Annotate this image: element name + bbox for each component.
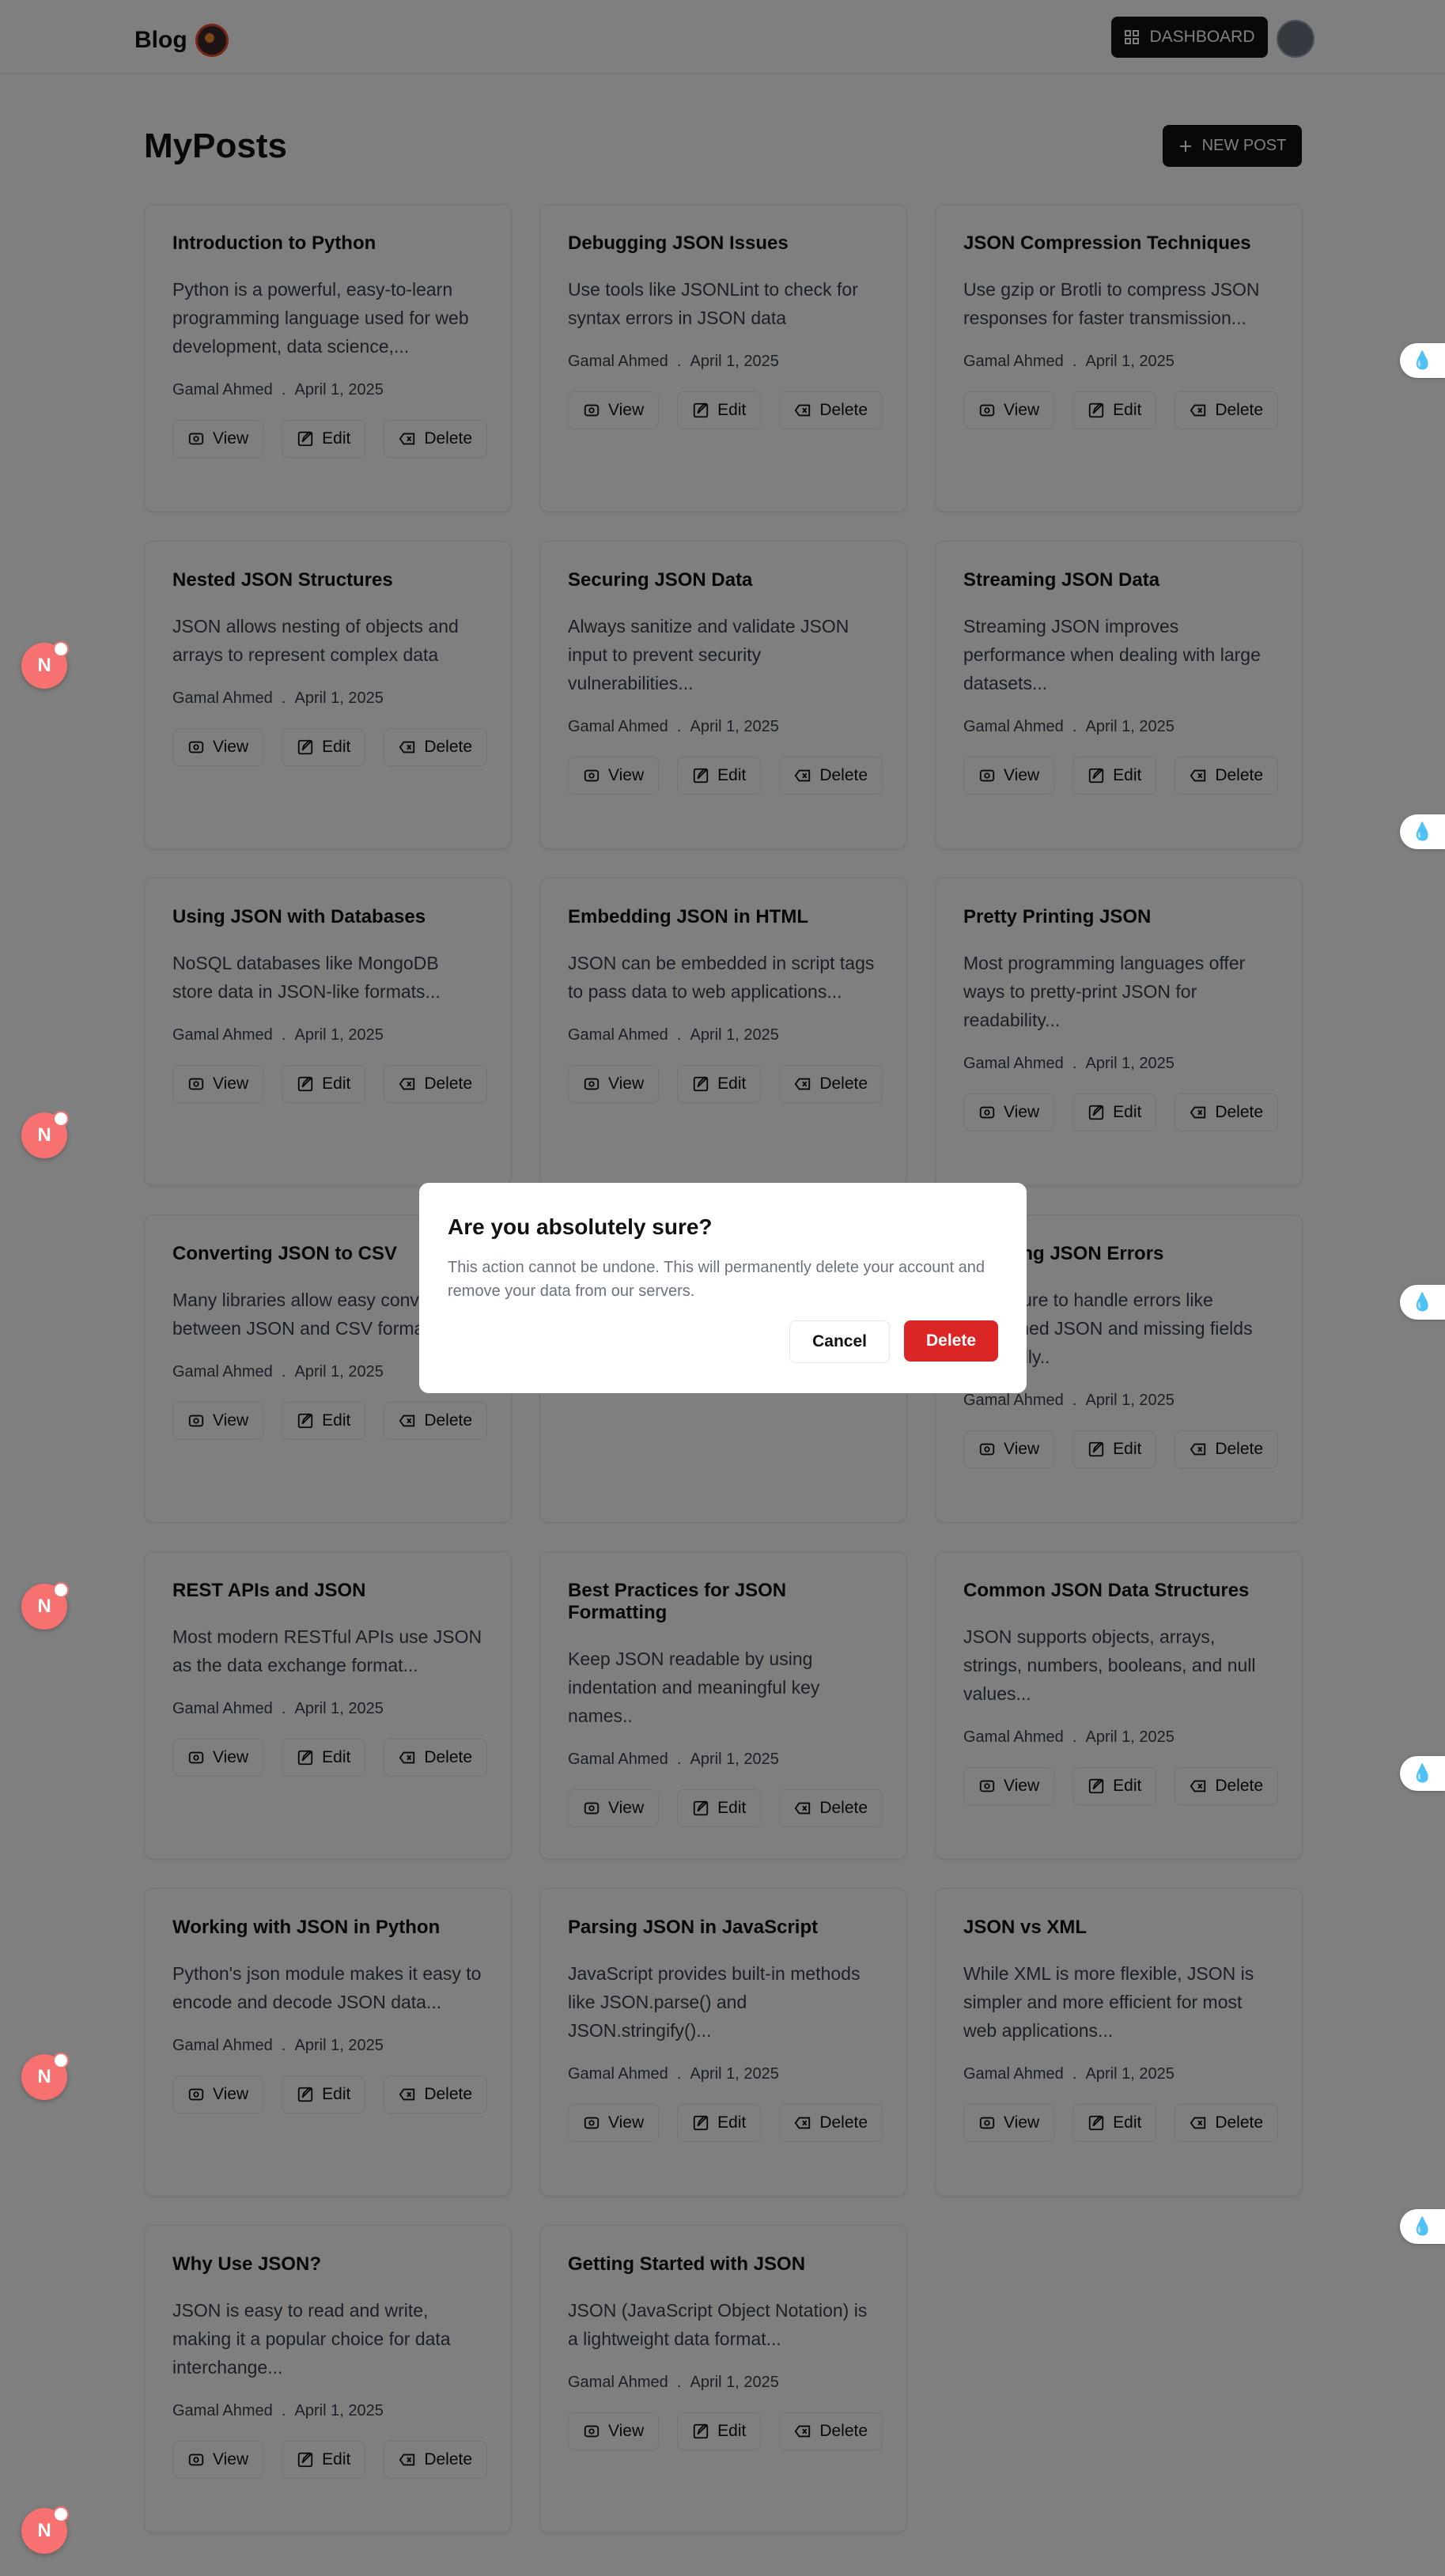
badge-letter: N xyxy=(37,2520,51,2541)
dev-indicator-badge[interactable]: N xyxy=(21,1582,69,1630)
dev-indicator-badge[interactable]: N xyxy=(21,641,69,689)
confirm-dialog: Are you absolutely sure? This action can… xyxy=(419,1183,1027,1393)
droplet-icon[interactable]: 💧 xyxy=(1400,343,1445,378)
badge-letter: N xyxy=(37,1596,51,1617)
badge-letter: N xyxy=(37,655,51,676)
badge-letter: N xyxy=(37,1124,51,1146)
droplet-icon[interactable]: 💧 xyxy=(1400,1756,1445,1791)
droplet-icon[interactable]: 💧 xyxy=(1400,814,1445,849)
cancel-button[interactable]: Cancel xyxy=(789,1320,890,1363)
dev-indicator-badge[interactable]: N xyxy=(21,2506,69,2554)
dialog-title: Are you absolutely sure? xyxy=(448,1214,713,1239)
dev-indicator-badge[interactable]: N xyxy=(21,1111,69,1158)
droplet-icon[interactable]: 💧 xyxy=(1400,1285,1445,1320)
dialog-text: This action cannot be undone. This will … xyxy=(448,1259,985,1300)
dev-indicator-badge[interactable]: N xyxy=(21,2053,69,2100)
badge-letter: N xyxy=(37,2066,51,2087)
droplet-icon[interactable]: 💧 xyxy=(1400,2209,1445,2244)
confirm-delete-button[interactable]: Delete xyxy=(903,1320,998,1362)
